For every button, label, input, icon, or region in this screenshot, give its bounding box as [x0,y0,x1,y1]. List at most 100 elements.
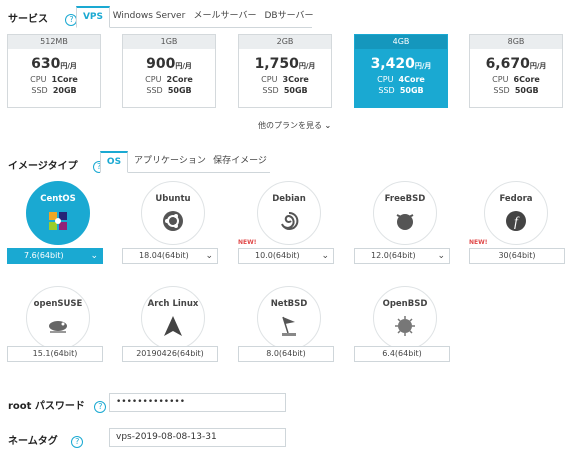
plan-cpu-value: 3Core [282,75,309,84]
plan-ssd-label: SSD [378,86,395,95]
os-name: CentOS [40,194,76,204]
os-name: Fedora [499,194,533,204]
plan-ssd-label: SSD [31,86,48,95]
plan-memory: 8GB [470,35,562,49]
image-type-label: イメージタイプ ? [8,157,106,173]
os-version-select-ubuntu[interactable]: 18.04(64bit) ⌄ [122,248,218,264]
os-version-select-centos[interactable]: 7.6(64bit) ⌄ [7,248,103,264]
os-option-debian[interactable]: Debian [257,181,321,245]
os-name: OpenBSD [382,299,428,309]
plan-cpu-value: 6Core [513,75,540,84]
chevron-down-icon: ⌄ [321,251,329,261]
chevron-down-icon: ⌄ [205,251,213,261]
plan-ssd: SSD 50GB [355,85,447,96]
plan-memory: 4GB [355,35,447,49]
opensuse-logo-icon [46,314,70,338]
os-option-centos[interactable]: CentOS [26,181,90,245]
name-tag-input[interactable]: vps-2019-08-08-13-31 [109,428,286,447]
os-version-text: 10.0(64bit) [255,251,300,260]
tab-vps[interactable]: VPS [76,6,110,28]
os-version-text: 30(64bit) [498,251,536,260]
plan-ssd-label: SSD [146,86,163,95]
os-option-arch-linux[interactable]: Arch Linux [141,286,205,350]
plan-price-unit: 円/月 [529,62,547,70]
os-version-text: 15.1(64bit) [32,349,78,358]
plan-cpu-label: CPU [261,75,278,84]
plan-cpu-label: CPU [377,75,394,84]
plan-ssd: SSD 50GB [470,85,562,96]
plan-cpu: CPU 1Core [8,74,100,85]
name-tag-label: ネームタグ ? [8,432,84,448]
os-version-label-fedora: 30(64bit) [469,248,565,264]
plan-cpu-value: 2Core [166,75,193,84]
os-option-opensuse[interactable]: openSUSE [26,286,90,350]
os-option-ubuntu[interactable]: Ubuntu [141,181,205,245]
fedora-logo-icon: f [504,209,528,233]
plan-card-1gb[interactable]: 1GB 900円/月 CPU 2Core SSD 50GB [122,34,216,108]
os-name: Debian [272,194,306,204]
plan-ssd-value: 50GB [399,86,424,95]
plan-cpu-value: 1Core [51,75,78,84]
os-version-label-arch-linux: 20190426(64bit) [122,346,218,362]
tab-saved-image[interactable]: 保存イメージ [212,150,268,172]
name-tag-label-text: ネームタグ [8,436,58,447]
plan-price-value: 1,750 [254,56,299,72]
plan-price-unit: 円/月 [298,62,316,70]
plan-card-2gb[interactable]: 2GB 1,750円/月 CPU 3Core SSD 50GB [238,34,332,108]
plan-ssd-value: 50GB [283,86,308,95]
plan-cpu: CPU 6Core [470,74,562,85]
os-option-openbsd[interactable]: OpenBSD [373,286,437,350]
plan-card-8gb[interactable]: 8GB 6,670円/月 CPU 6Core SSD 50GB [469,34,563,108]
os-name: openSUSE [33,299,83,309]
plan-cpu: CPU 3Core [239,74,331,85]
plan-price-unit: 円/月 [60,62,77,70]
os-option-netbsd[interactable]: NetBSD [257,286,321,350]
plan-ssd: SSD 50GB [123,85,215,96]
os-option-freebsd[interactable]: FreeBSD [373,181,437,245]
plan-ssd-value: 20GB [52,86,77,95]
openbsd-logo-icon [393,314,417,338]
new-badge: NEW! [238,239,257,246]
plan-price-value: 3,420 [370,56,415,72]
service-label-text: サービス [8,14,48,25]
plan-price: 630円/月 [8,56,100,72]
plan-price: 900円/月 [123,56,215,72]
os-version-text: 8.0(64bit) [266,349,306,358]
os-name: NetBSD [270,299,308,309]
plan-ssd-value: 50GB [167,86,192,95]
tab-os[interactable]: OS [100,151,128,173]
plan-ssd: SSD 50GB [239,85,331,96]
tab-windows-server[interactable]: Windows Server [112,5,186,27]
os-version-label-netbsd: 8.0(64bit) [238,346,334,362]
more-plans-link[interactable]: 他のプランを見る ⌄ [258,120,331,131]
plan-cpu-label: CPU [145,75,162,84]
plan-ssd: SSD 20GB [8,85,100,96]
plan-price-value: 630 [31,56,61,72]
tab-application[interactable]: アプリケーション [134,150,206,172]
plan-price: 1,750円/月 [239,56,331,72]
os-version-select-freebsd[interactable]: 12.0(64bit) ⌄ [354,248,450,264]
plan-price-value: 900 [146,56,176,72]
os-option-fedora[interactable]: Fedora f [484,181,548,245]
plan-card-4gb[interactable]: 4GB 3,420円/月 CPU 4Core SSD 50GB [354,34,448,108]
plan-card-512mb[interactable]: 512MB 630円/月 CPU 1Core SSD 20GB [7,34,101,108]
plan-cpu-label: CPU [30,75,47,84]
service-tabs-divider [76,27,312,28]
plan-ssd-label: SSD [262,86,279,95]
os-name: Arch Linux [147,299,199,309]
tab-mail-server[interactable]: メールサーバー [190,5,260,27]
plan-price: 3,420円/月 [355,56,447,72]
tab-db-server[interactable]: DBサーバー [262,5,316,27]
name-tag-help-icon[interactable]: ? [71,436,84,448]
root-password-help-icon[interactable]: ? [94,401,107,413]
plan-cpu: CPU 2Core [123,74,215,85]
os-version-text: 6.4(64bit) [382,349,422,358]
more-plans-text: 他のプランを見る [258,121,322,130]
plan-price-unit: 円/月 [414,62,432,70]
new-badge: NEW! [469,239,488,246]
chevron-down-icon: ⌄ [90,251,98,261]
root-password-input[interactable]: ••••••••••••• [109,393,286,412]
centos-logo-icon [46,209,70,233]
os-version-select-debian[interactable]: 10.0(64bit) ⌄ [238,248,334,264]
root-password-label: root パスワード ? [8,397,107,413]
